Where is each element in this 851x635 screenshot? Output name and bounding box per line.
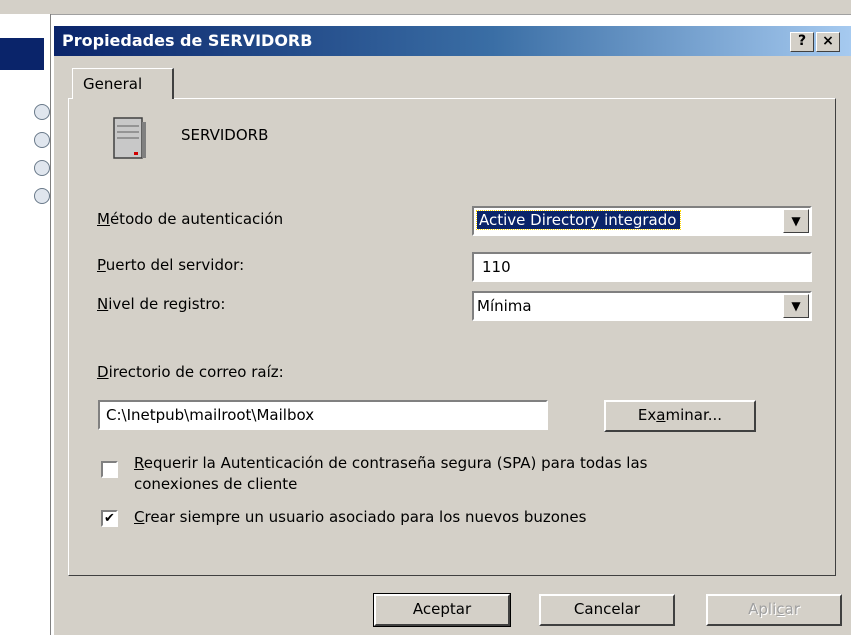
log-level-value: Mínima: [477, 297, 532, 315]
auth-method-label: Método de autenticación: [97, 210, 284, 228]
tab-general[interactable]: General: [72, 68, 174, 99]
tree-node-icon[interactable]: [34, 132, 50, 148]
browse-button[interactable]: Examinar...: [604, 400, 756, 432]
server-port-input[interactable]: 110: [472, 252, 812, 282]
create-user-label[interactable]: Crear siempre un usuario asociado para l…: [134, 507, 586, 528]
dialog-titlebar[interactable]: Propiedades de SERVIDORB ? ×: [54, 26, 851, 56]
tree-node-icon[interactable]: [34, 188, 50, 204]
auth-method-select[interactable]: Active Directory integrado ▼: [472, 206, 812, 236]
mail-root-input[interactable]: C:\Inetpub\mailroot\Mailbox: [98, 400, 548, 430]
tree-node-icon[interactable]: [34, 160, 50, 176]
server-name: SERVIDORB: [181, 126, 269, 144]
server-port-value: 110: [482, 258, 511, 276]
help-button[interactable]: ?: [790, 32, 814, 52]
ok-button[interactable]: Aceptar: [373, 593, 511, 627]
mail-root-label: Directorio de correo raíz:: [97, 363, 284, 381]
create-user-checkbox[interactable]: ✔: [101, 510, 118, 527]
log-level-select[interactable]: Mínima ▼: [472, 291, 812, 321]
background-tree-pane: [0, 14, 51, 635]
close-button[interactable]: ×: [816, 32, 840, 52]
tab-general-label: General: [83, 75, 143, 93]
background-toolbar: [0, 0, 851, 15]
background-selection-bar: [0, 38, 44, 70]
tab-panel-general: [68, 98, 836, 576]
cancel-button[interactable]: Cancelar: [539, 594, 675, 626]
tree-node-icon[interactable]: [34, 104, 50, 120]
require-spa-label[interactable]: Requerir la Autenticación de contraseña …: [134, 453, 647, 495]
log-level-label: Nivel de registro:: [97, 295, 226, 313]
auth-method-value: Active Directory integrado: [475, 210, 682, 230]
server-port-label: Puerto del servidor:: [97, 256, 245, 274]
chevron-down-icon[interactable]: ▼: [783, 209, 809, 233]
chevron-down-icon[interactable]: ▼: [783, 294, 809, 318]
properties-dialog: Propiedades de SERVIDORB ? × General SER…: [52, 24, 851, 635]
require-spa-checkbox[interactable]: [101, 461, 118, 478]
apply-button[interactable]: Aplicar: [706, 594, 842, 626]
server-icon: [113, 117, 146, 159]
dialog-title: Propiedades de SERVIDORB: [62, 31, 313, 50]
mail-root-value: C:\Inetpub\mailroot\Mailbox: [106, 406, 315, 424]
